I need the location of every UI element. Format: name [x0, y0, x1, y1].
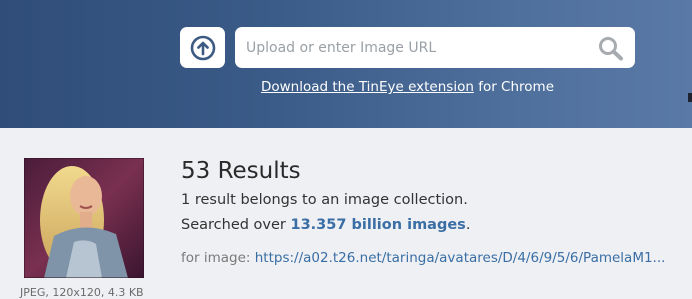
for-image-label: for image:	[181, 250, 255, 266]
window-edge-mark	[688, 93, 692, 102]
for-image-url-link[interactable]: https://a02.t26.net/taringa/avatares/D/4…	[255, 250, 666, 266]
extension-promo: Download the TinEye extension for Chrome	[0, 79, 692, 95]
extension-suffix: for Chrome	[473, 79, 555, 95]
for-image-line: for image: https://a02.t26.net/taringa/a…	[181, 250, 665, 266]
query-image-thumbnail[interactable]	[24, 158, 144, 278]
image-meta: JPEG, 120x120, 4.3 KB	[20, 286, 144, 299]
upload-button[interactable]	[180, 27, 225, 68]
searched-suffix: .	[465, 217, 471, 233]
header-banner: Download the TinEye extension for Chrome	[0, 0, 692, 128]
upload-arrow-icon	[190, 35, 215, 60]
extension-download-link[interactable]: Download the TinEye extension	[261, 79, 474, 95]
searched-count: 13.357 billion images	[290, 217, 466, 233]
results-count-title: 53 Results	[181, 158, 301, 184]
searched-summary: Searched over 13.357 billion images.	[181, 217, 470, 233]
search-icon[interactable]	[597, 35, 625, 61]
searched-prefix: Searched over	[181, 217, 291, 233]
collection-note: 1 result belongs to an image collection.	[181, 192, 468, 208]
search-input[interactable]	[235, 27, 585, 68]
search-box	[235, 27, 635, 68]
